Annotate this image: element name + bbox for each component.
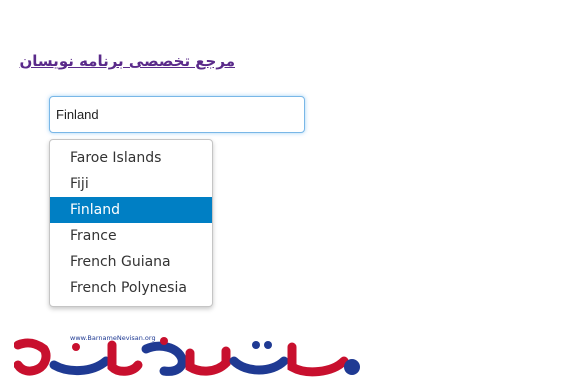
logo-dot-2 <box>160 337 168 345</box>
suggestion-item-french-guiana[interactable]: French Guiana <box>50 249 212 275</box>
page: مرجع تخصصی برنامه نویسان Faroe IslandsFi… <box>0 0 561 383</box>
logo-shape-4 <box>141 341 187 376</box>
logo-dot-5 <box>344 359 360 375</box>
suggestion-item-finland[interactable]: Finland <box>50 197 212 223</box>
suggestion-item-faroe-islands[interactable]: Faroe Islands <box>50 145 212 171</box>
logo-dot-4 <box>264 341 272 349</box>
logo-shape-6 <box>229 356 289 375</box>
logo-shape-3 <box>107 340 143 376</box>
suggestion-item-france[interactable]: France <box>50 223 212 249</box>
logo-shape-2 <box>49 356 111 375</box>
logo-shape-7 <box>287 342 349 377</box>
logo-dot-3 <box>252 341 260 349</box>
country-autocomplete-input[interactable] <box>49 96 305 133</box>
suggestion-item-fiji[interactable]: Fiji <box>50 171 212 197</box>
site-title-link[interactable]: مرجع تخصصی برنامه نویسان <box>19 52 235 70</box>
logo-shape-5 <box>185 346 231 376</box>
logo-dot-1 <box>72 343 80 351</box>
autocomplete-suggestion-list: Faroe Islands Fiji Finland France French Gui… <box>49 139 213 307</box>
barnamenevisan-logo: www.BarnameNevisan.org <box>14 334 360 377</box>
suggestion-item-french-polynesia[interactable]: French Polynesia <box>50 275 212 301</box>
logo-shape-1 <box>14 338 51 376</box>
